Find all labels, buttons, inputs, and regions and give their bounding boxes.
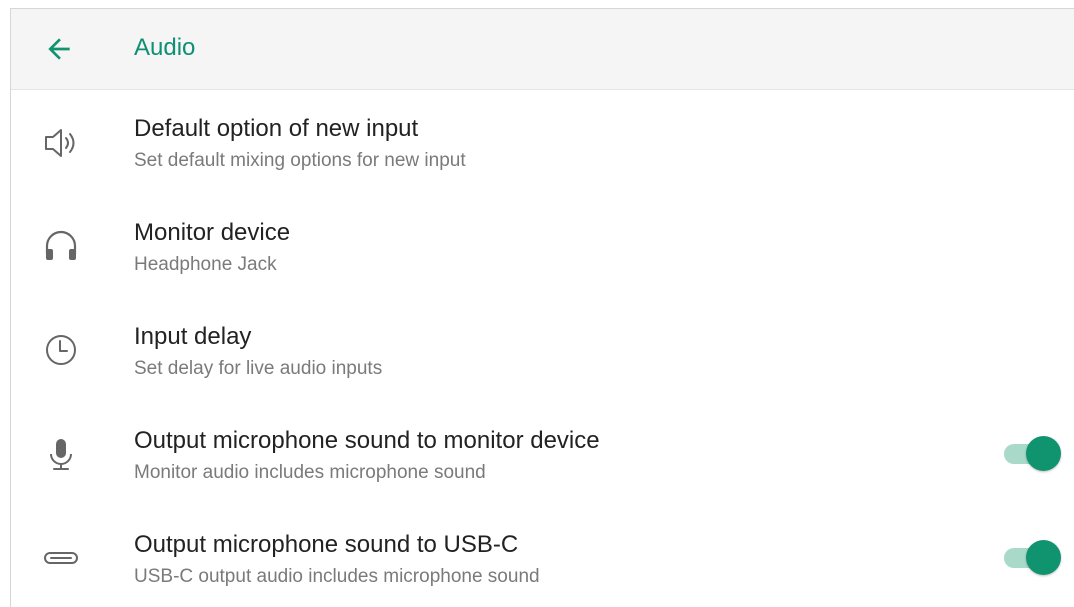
setting-title: Default option of new input: [134, 115, 419, 142]
setting-subtitle: Set default mixing options for new input: [134, 150, 466, 171]
setting-title: Monitor device: [134, 219, 291, 246]
top-app-bar: Audio: [11, 9, 1074, 90]
setting-subtitle: Monitor audio includes microphone sound: [134, 462, 486, 483]
setting-mic-to-usbc[interactable]: Output microphone sound to USB-C USB-C o…: [11, 506, 1074, 607]
arrow-left-icon: [48, 38, 70, 60]
setting-subtitle: Set delay for live audio inputs: [134, 358, 383, 379]
microphone-icon: [41, 434, 81, 474]
clock-icon: [41, 330, 81, 370]
setting-default-option-new-input[interactable]: Default option of new input Set default …: [11, 90, 1074, 194]
setting-monitor-device[interactable]: Monitor device Headphone Jack: [11, 194, 1074, 298]
toggle-thumb: [1026, 436, 1061, 471]
settings-screen: Audio Default option of new input Set de…: [10, 8, 1074, 607]
page-title: Audio: [134, 34, 196, 61]
back-button[interactable]: [39, 29, 79, 69]
mic-to-monitor-toggle[interactable]: [1004, 436, 1061, 472]
setting-title: Output microphone sound to monitor devic…: [134, 427, 600, 454]
setting-subtitle: Headphone Jack: [134, 254, 277, 275]
headphones-icon: [41, 226, 81, 266]
setting-title: Input delay: [134, 323, 252, 350]
setting-title: Output microphone sound to USB-C: [134, 531, 519, 558]
setting-mic-to-monitor[interactable]: Output microphone sound to monitor devic…: [11, 402, 1074, 506]
usb-c-icon: [41, 538, 81, 578]
mic-to-usbc-toggle[interactable]: [1004, 540, 1061, 576]
toggle-thumb: [1026, 540, 1061, 575]
setting-subtitle: USB-C output audio includes microphone s…: [134, 566, 540, 587]
setting-input-delay[interactable]: Input delay Set delay for live audio inp…: [11, 298, 1074, 402]
speaker-icon: [41, 123, 81, 163]
